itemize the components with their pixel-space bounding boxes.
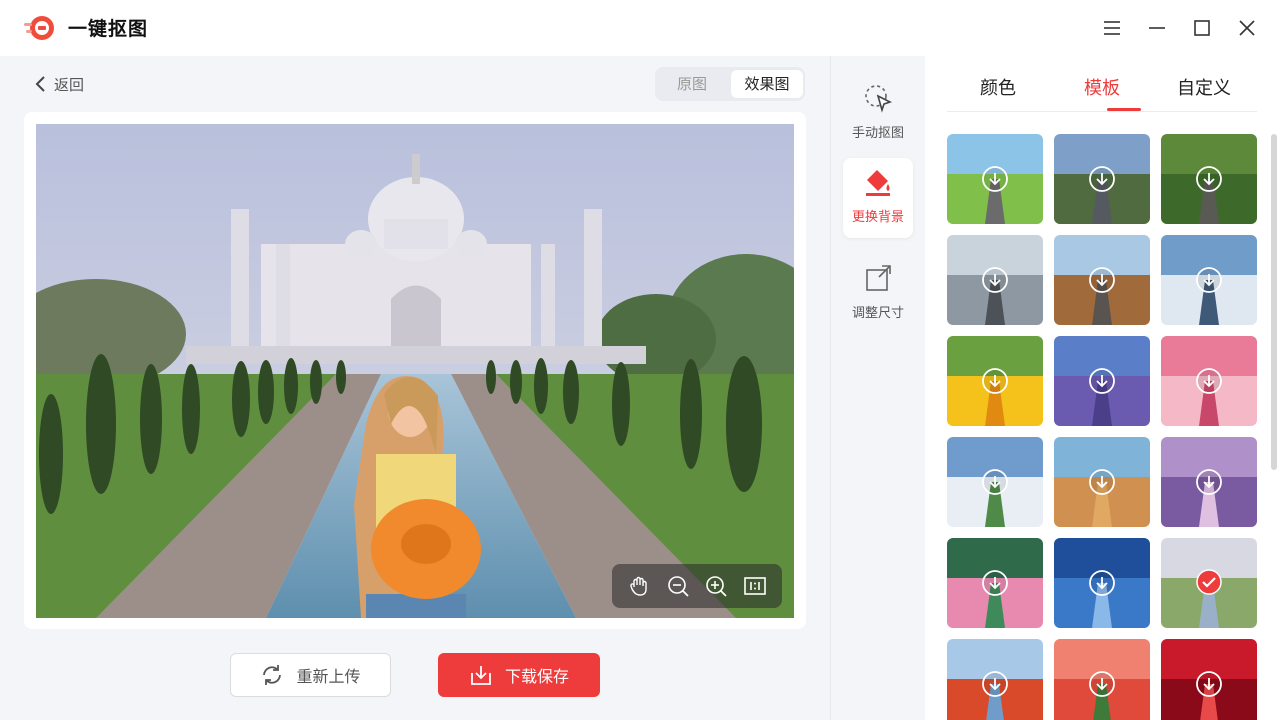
back-button[interactable]: 返回 (34, 72, 84, 96)
tool-label: 更换背景 (851, 210, 904, 225)
download-icon (982, 671, 1008, 697)
template-torii-gate[interactable] (947, 639, 1043, 720)
template-road-snow-lake[interactable] (1161, 235, 1257, 325)
zoom-in-icon[interactable] (703, 573, 729, 599)
app-title: 一键抠图 (68, 18, 149, 40)
zoom-toolbar (612, 564, 782, 608)
tab-color[interactable]: 颜色 (980, 74, 1016, 100)
close-icon[interactable] (1232, 14, 1262, 42)
template-swan-lake[interactable] (1054, 538, 1150, 628)
actual-size-icon[interactable] (742, 573, 768, 599)
template-sunflowers[interactable] (947, 336, 1043, 426)
tab-custom[interactable]: 自定义 (1177, 74, 1231, 100)
download-icon (1196, 368, 1222, 394)
download-save-label: 下载保存 (504, 667, 569, 686)
tool-label: 手动抠图 (851, 126, 904, 141)
reupload-button[interactable]: 重新上传 (230, 653, 391, 697)
menu-icon[interactable] (1097, 14, 1127, 42)
template-scrollbar[interactable] (1271, 134, 1277, 470)
template-lavender-field[interactable] (1054, 336, 1150, 426)
paint-bucket-icon (866, 170, 890, 196)
download-icon (1089, 267, 1115, 293)
back-label: 返回 (54, 75, 85, 94)
view-toggle: 原图 效果图 (655, 67, 805, 101)
resize-icon (866, 265, 891, 291)
title-bar: 一键抠图 (0, 0, 1280, 56)
download-icon (982, 368, 1008, 394)
download-icon (1089, 671, 1115, 697)
zoom-out-icon[interactable] (665, 573, 691, 599)
download-icon (1196, 267, 1222, 293)
download-icon (471, 666, 491, 685)
download-icon (1196, 166, 1222, 192)
download-icon (1089, 368, 1115, 394)
tool-label: 调整尺寸 (851, 306, 904, 321)
active-tab-indicator (1107, 108, 1141, 111)
chevron-left-icon (35, 76, 45, 92)
background-panel: 颜色 模板 自定义 (925, 56, 1280, 720)
template-road-green-hills[interactable] (947, 134, 1043, 224)
cursor-select-icon (865, 85, 893, 113)
reupload-label: 重新上传 (296, 667, 361, 686)
download-icon (1089, 570, 1115, 596)
template-road-mountains[interactable] (1054, 134, 1150, 224)
minimize-icon[interactable] (1142, 14, 1172, 42)
template-road-snow-forest[interactable] (947, 235, 1043, 325)
maximize-icon[interactable] (1187, 14, 1217, 42)
template-snowy-mountain-lake[interactable] (947, 437, 1043, 527)
download-icon (982, 166, 1008, 192)
template-eiffel-tower[interactable] (1161, 437, 1257, 527)
template-pink-flowers[interactable] (1161, 336, 1257, 426)
template-lotus-flowers[interactable] (947, 538, 1043, 628)
download-icon (1089, 166, 1115, 192)
refresh-icon (263, 665, 282, 685)
selected-check-icon (1196, 569, 1222, 595)
download-icon (982, 570, 1008, 596)
tool-column: 手动抠图 更换背景 调整尺寸 (830, 56, 924, 720)
tool-manual-cutout[interactable]: 手动抠图 (843, 74, 913, 154)
effect-view-tab[interactable]: 效果图 (731, 70, 803, 98)
tool-change-background[interactable]: 更换背景 (843, 158, 913, 238)
tab-template[interactable]: 模板 (1084, 74, 1120, 100)
template-desert-rock[interactable] (1054, 437, 1150, 527)
template-road-canyon[interactable] (1054, 235, 1150, 325)
download-save-button[interactable]: 下载保存 (438, 653, 600, 697)
template-red-rose[interactable] (1161, 639, 1257, 720)
hand-icon[interactable] (626, 573, 652, 599)
template-road-forest[interactable] (1161, 134, 1257, 224)
original-view-tab[interactable]: 原图 (657, 70, 727, 98)
download-icon (1089, 469, 1115, 495)
result-image[interactable] (36, 124, 794, 618)
app-logo-icon (24, 14, 58, 42)
download-icon (982, 267, 1008, 293)
download-icon (1196, 671, 1222, 697)
panel-tabs: 颜色 模板 自定义 (947, 56, 1257, 112)
template-red-tulips[interactable] (1054, 639, 1150, 720)
download-icon (982, 469, 1008, 495)
tool-resize[interactable]: 调整尺寸 (843, 254, 913, 334)
download-icon (1196, 469, 1222, 495)
template-taj-mahal[interactable] (1159, 536, 1259, 630)
